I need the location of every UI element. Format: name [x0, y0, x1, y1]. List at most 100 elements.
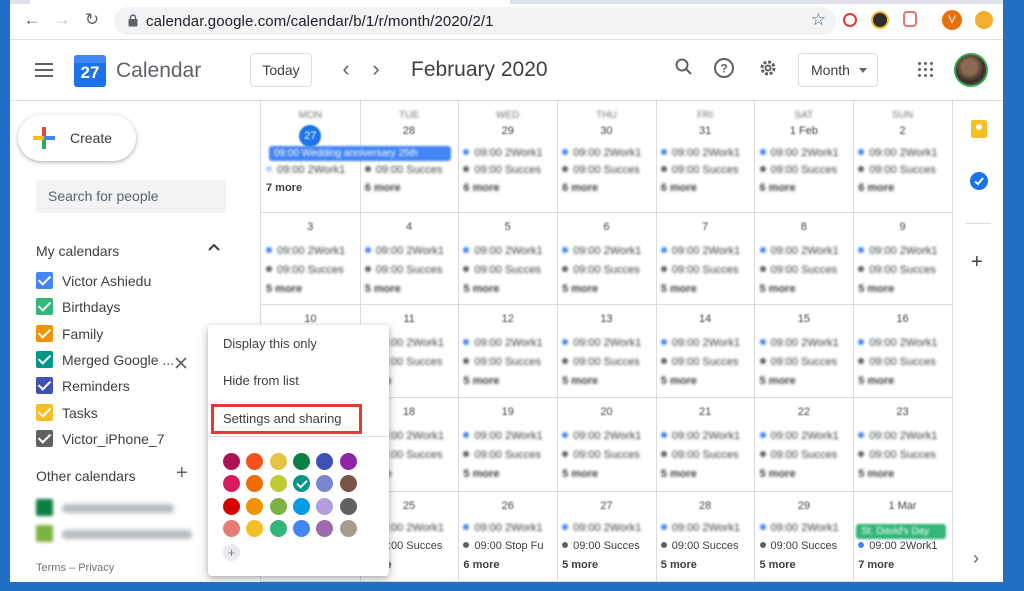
date-number[interactable]: 23: [853, 406, 952, 418]
date-number[interactable]: 19: [458, 406, 557, 418]
color-swatch[interactable]: [246, 453, 264, 470]
event-chip[interactable]: 09:00 2Work1: [858, 540, 937, 553]
color-swatch[interactable]: [223, 453, 240, 470]
settings-gear-icon[interactable]: [755, 57, 781, 83]
extension-badge-icon[interactable]: [871, 11, 889, 29]
more-events-link[interactable]: 5 more: [562, 468, 598, 480]
event-chip[interactable]: 09:00 2Work1: [759, 430, 839, 443]
event-chip[interactable]: 09:00 Succes: [759, 540, 837, 553]
day-cell[interactable]: 16 09:00 2Work1 09:00 Succes 5 more: [853, 305, 953, 398]
day-cell[interactable]: THU 30 09:00 2Work1 09:00 Succes 6 more: [557, 101, 657, 213]
profile-icon[interactable]: V: [942, 10, 962, 30]
event-chip[interactable]: 09:00 Succes: [463, 264, 541, 277]
event-chip[interactable]: 09:00 Succes: [660, 449, 738, 462]
event-chip[interactable]: 09:00 2Work1: [463, 245, 543, 258]
date-number[interactable]: 29: [458, 125, 557, 137]
expand-panel-chevron-icon[interactable]: ›: [973, 548, 979, 569]
add-addon-icon[interactable]: +: [971, 252, 983, 272]
color-swatch[interactable]: [316, 475, 334, 493]
event-chip[interactable]: 09:00 2Work1: [266, 164, 345, 177]
event-chip[interactable]: 09:00 Succes: [562, 540, 640, 553]
date-number[interactable]: 2: [853, 125, 952, 137]
color-swatch[interactable]: [339, 475, 357, 493]
more-events-link[interactable]: 5 more: [266, 283, 302, 295]
address-bar[interactable]: calendar.google.com/calendar/b/1/r/month…: [114, 7, 836, 35]
color-swatch[interactable]: [316, 497, 334, 515]
event-chip[interactable]: 09:00 Succes: [858, 264, 936, 277]
more-events-link[interactable]: 5 more: [661, 559, 697, 571]
date-number[interactable]: 21: [656, 406, 755, 418]
extension-coin-icon[interactable]: [975, 11, 993, 29]
hide-from-list-item[interactable]: Hide from list: [223, 373, 299, 388]
event-chip[interactable]: 09:00 Succes: [463, 356, 541, 369]
date-number[interactable]: 27: [261, 125, 360, 147]
color-swatch[interactable]: [292, 453, 310, 470]
day-cell[interactable]: 19 09:00 2Work1 09:00 Succes 5 more: [458, 398, 559, 492]
extension-record-icon[interactable]: [843, 13, 857, 27]
settings-and-sharing-item[interactable]: Settings and sharing: [223, 411, 342, 426]
color-swatch[interactable]: [246, 519, 264, 537]
more-events-link[interactable]: 5 more: [661, 283, 697, 295]
privacy-link[interactable]: Privacy: [78, 562, 114, 574]
date-number[interactable]: 12: [458, 313, 557, 325]
event-chip[interactable]: 09:00 2Work1: [660, 522, 740, 535]
calendar-item[interactable]: Victor Ashiedu: [36, 269, 206, 293]
event-chip[interactable]: 09:00 2Work1: [858, 337, 937, 350]
tasks-icon[interactable]: [970, 172, 988, 190]
calendar-checkbox[interactable]: [36, 403, 53, 421]
event-chip[interactable]: 09:00 2Work1: [858, 147, 937, 160]
event-chip[interactable]: 09:00 Succes: [759, 164, 837, 177]
event-chip[interactable]: 09:00 Succes: [660, 356, 738, 369]
event-chip[interactable]: 09:00 Succes: [858, 164, 936, 177]
event-chip[interactable]: 09:00 2Work1: [463, 337, 543, 350]
event-chip[interactable]: 09:00 Succes: [660, 540, 738, 553]
calendar-logo-icon[interactable]: 27: [74, 55, 106, 87]
event-chip[interactable]: 09:00 Succes: [364, 164, 442, 177]
event-chip[interactable]: 09:00 2Work1: [759, 337, 839, 350]
event-chip[interactable]: 09:00 2Work1: [759, 522, 839, 535]
more-events-link[interactable]: 6 more: [760, 182, 796, 194]
more-events-link[interactable]: 5 more: [562, 559, 598, 571]
more-events-link[interactable]: 5 more: [562, 375, 598, 387]
more-events-link[interactable]: 5 more: [562, 283, 598, 295]
color-swatch[interactable]: [339, 519, 357, 537]
day-cell[interactable]: 5 09:00 2Work1 09:00 Succes 5 more: [458, 213, 559, 305]
date-number[interactable]: 5: [458, 221, 557, 233]
color-swatch[interactable]: [223, 519, 240, 537]
day-cell[interactable]: 26 09:00 2Work1 09:00 Stop Fu 6 more: [458, 492, 559, 582]
more-events-link[interactable]: 6 more: [365, 182, 401, 194]
search-icon[interactable]: [671, 57, 697, 83]
calendar-item[interactable]: Family: [36, 322, 206, 346]
color-swatch[interactable]: [292, 475, 310, 493]
event-chip[interactable]: 09:00 2Work1: [562, 245, 641, 258]
terms-link[interactable]: Terms: [36, 562, 66, 574]
next-month-icon[interactable]: ›: [366, 57, 386, 81]
day-cell[interactable]: FRI 31 09:00 2Work1 09:00 Succes 6 more: [655, 101, 756, 213]
more-events-link[interactable]: 5 more: [661, 468, 697, 480]
event-chip[interactable]: 09:00 2Work1: [660, 337, 740, 350]
date-number[interactable]: 4: [360, 221, 459, 233]
back-arrow-icon[interactable]: ←: [22, 10, 42, 30]
color-swatch[interactable]: [316, 453, 334, 470]
date-number[interactable]: 6: [557, 221, 656, 233]
day-cell[interactable]: 9 09:00 2Work1 09:00 Succes 5 more: [853, 213, 953, 305]
day-cell[interactable]: 27 09:00 2Work1 09:00 Succes 5 more: [557, 492, 657, 582]
more-events-link[interactable]: 5 more: [760, 559, 796, 571]
calendar-checkbox[interactable]: [36, 324, 53, 342]
event-chip[interactable]: 09:00 Succes: [759, 449, 837, 462]
event-chip[interactable]: 09:00 2Work1: [660, 147, 740, 160]
date-number[interactable]: 7: [656, 221, 755, 233]
date-number[interactable]: 11: [360, 313, 459, 325]
event-chip[interactable]: 09:00 2Work1: [759, 245, 839, 258]
date-number[interactable]: 15: [755, 313, 854, 325]
day-cell[interactable]: 3 09:00 2Work1 09:00 Succes 5 more: [261, 213, 361, 305]
day-cell[interactable]: 1 Mar St. David's Day 09:00 2Work1 7 more: [853, 492, 953, 582]
date-number[interactable]: 1 Feb: [755, 125, 854, 137]
more-events-link[interactable]: 5 more: [858, 468, 894, 480]
event-chip[interactable]: 09:00 Succes: [266, 264, 344, 277]
event-chip[interactable]: 09:00 Succes: [562, 164, 640, 177]
search-people-input[interactable]: Search for people: [36, 180, 226, 213]
color-swatch[interactable]: [223, 497, 240, 515]
reload-icon[interactable]: ↻: [82, 10, 102, 30]
all-day-event[interactable]: 09:00 Wedding anniversary 25th: [269, 146, 451, 161]
